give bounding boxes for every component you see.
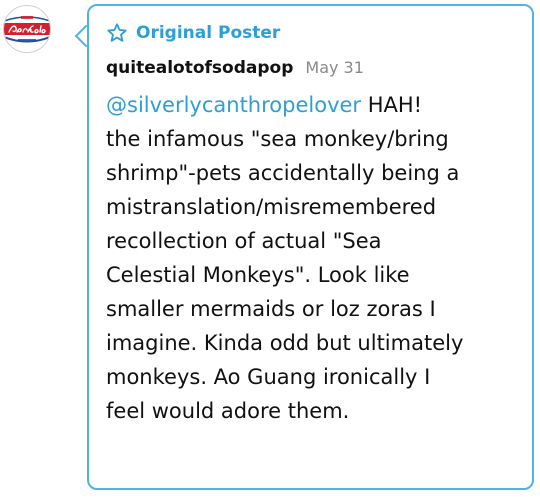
reply-line: mistranslation/misremembered [106, 195, 437, 219]
pepsi-cola-logo [4, 6, 50, 52]
reply-line: the infamous "sea monkey/bring [106, 127, 449, 151]
reply-line: feel would adore them. [106, 399, 350, 423]
mention-link[interactable]: @silverlycanthropelover [106, 93, 361, 117]
reply-line: monkeys. Ao Guang ironically I [106, 365, 431, 389]
post-date: May 31 [305, 58, 364, 77]
reply-line: smaller mermaids or loz zoras I [106, 297, 436, 321]
reply-text-inline: HAH! [361, 93, 423, 117]
reply-line: Celestial Monkeys". Look like [106, 263, 410, 287]
original-poster-label: Original Poster [136, 23, 281, 43]
original-poster-badge: Original Poster [106, 20, 280, 46]
star-icon [107, 23, 127, 42]
post-meta: quitealotofsodapop May 31 [106, 58, 364, 78]
username-link[interactable]: quitealotofsodapop [106, 58, 293, 78]
reply-line: recollection of actual "Sea [106, 229, 382, 253]
avatar[interactable] [3, 5, 51, 53]
reply-line: shrimp"-pets accidentally being a [106, 161, 460, 185]
reply-body: @silverlycanthropelover HAH! the infamou… [106, 88, 526, 428]
reply-first-line: @silverlycanthropelover HAH! [106, 88, 526, 122]
reply-line: imagine. Kinda odd but ultimately [106, 331, 464, 355]
